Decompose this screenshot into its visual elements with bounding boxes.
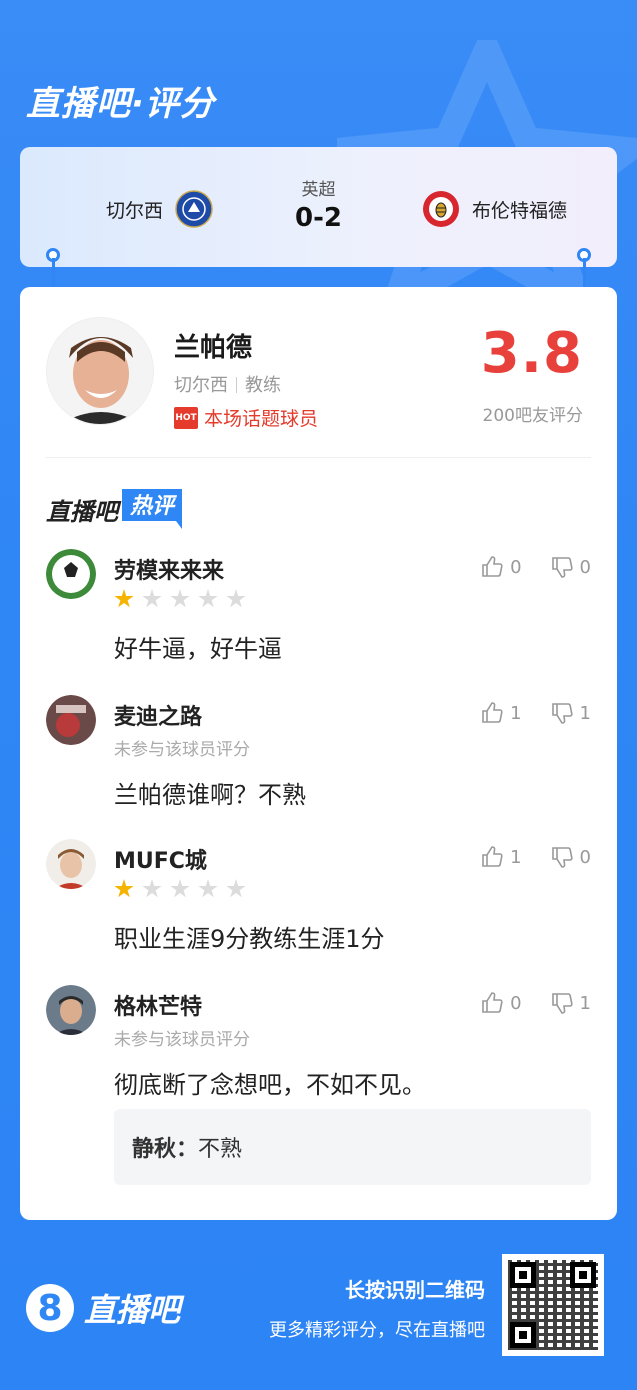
rating-count-label: 200吧友评分 (482, 406, 583, 426)
comment-author[interactable]: 麦迪之路 (114, 699, 202, 731)
comment-avatar[interactable] (46, 839, 96, 889)
thumbs-down-icon (551, 993, 573, 1014)
meta-divider (236, 377, 237, 393)
player-role: 教练 (245, 375, 281, 396)
comment-item: 劳模来来来 好牛逼，好牛逼 0 0 (46, 549, 591, 663)
dislike-count: 1 (579, 702, 591, 724)
like-count: 0 (510, 556, 522, 578)
qr-title: 长按识别二维码 (345, 1278, 485, 1302)
reply-box[interactable]: 静秋： 不熟 (114, 1109, 591, 1185)
away-team: 布伦特福德 (422, 190, 567, 228)
qr-finder (510, 1262, 536, 1288)
comment-not-rated: 未参与该球员评分 (114, 740, 250, 760)
away-team-name: 布伦特福德 (472, 199, 568, 222)
thumbs-up-icon (482, 846, 503, 867)
rating-card: 兰帕德 切尔西 教练 HOT 本场话题球员 3.8 200吧友评分 直播吧 热评 … (20, 287, 617, 1220)
comment-author[interactable]: 格林芒特 (114, 989, 202, 1021)
reply-author: 静秋： (132, 1137, 199, 1162)
comment-stars (114, 589, 246, 609)
star-icon (114, 879, 134, 898)
footer-logo: 8 直播吧 (26, 1284, 180, 1332)
comment-author[interactable]: 劳模来来来 (114, 553, 224, 585)
player-name: 兰帕德 (174, 333, 253, 363)
reply-text: 不熟 (198, 1137, 243, 1162)
qr-finder (570, 1262, 596, 1288)
thumbs-up-icon (482, 992, 503, 1013)
comment-text: 好牛逼，好牛逼 (114, 635, 282, 663)
hot-icon: HOT (174, 406, 198, 429)
like-button[interactable]: 1 (480, 701, 522, 725)
player-avatar[interactable] (46, 317, 154, 425)
comment-votes: 0 0 (480, 555, 591, 579)
player-rating: 3.8 (480, 321, 583, 386)
comment-author[interactable]: MUFC城 (114, 843, 207, 875)
comment-item: 麦迪之路 未参与该球员评分 兰帕德谁啊？不熟 1 1 (46, 695, 591, 809)
star-icon (142, 879, 162, 898)
qr-subtitle: 更多精彩评分，尽在直播吧 (269, 1320, 485, 1341)
hot-heading-tag: 热评 (122, 489, 183, 529)
dislike-button[interactable]: 1 (550, 991, 591, 1015)
star-icon (198, 879, 218, 898)
star-icon (114, 589, 134, 608)
hot-player-tag: HOT 本场话题球员 (174, 404, 318, 431)
comment-text: 彻底断了念想吧，不如不见。 (114, 1071, 426, 1099)
dislike-button[interactable]: 0 (550, 845, 591, 869)
hot-label: 本场话题球员 (204, 408, 319, 430)
brentford-crest-icon (423, 191, 459, 227)
like-button[interactable]: 0 (480, 991, 522, 1015)
comment-votes: 1 0 (480, 845, 591, 869)
thumbs-up-icon (482, 556, 503, 577)
player-meta: 切尔西 教练 (174, 371, 281, 397)
comment-not-rated: 未参与该球员评分 (114, 1030, 250, 1050)
comment-item: 格林芒特 未参与该球员评分 彻底断了念想吧，不如不见。 0 1 (46, 985, 591, 1099)
dislike-count: 0 (579, 846, 591, 868)
comment-item: MUFC城 职业生涯9分教练生涯1分 1 0 (46, 839, 591, 953)
star-icon (226, 589, 246, 608)
dislike-button[interactable]: 0 (550, 555, 591, 579)
star-icon (170, 589, 190, 608)
dislike-count: 0 (579, 556, 591, 578)
comment-votes: 1 1 (480, 701, 591, 725)
thumbs-down-icon (551, 847, 573, 868)
qr-code[interactable] (502, 1254, 604, 1356)
hot-comments-heading: 直播吧 热评 (46, 489, 183, 529)
comment-text: 职业生涯9分教练生涯1分 (114, 925, 385, 953)
star-icon (198, 589, 218, 608)
thumbs-down-icon (551, 557, 573, 578)
brand-title: 直播吧·评分 (26, 84, 215, 124)
star-icon (142, 589, 162, 608)
comment-votes: 0 1 (480, 991, 591, 1015)
qr-finder (510, 1322, 536, 1348)
like-count: 0 (510, 992, 522, 1014)
like-count: 1 (510, 846, 522, 868)
thumbs-up-icon (482, 702, 503, 723)
section-divider (46, 457, 591, 458)
comment-text: 兰帕德谁啊？不熟 (114, 781, 306, 809)
comment-avatar[interactable] (46, 695, 96, 745)
star-icon (226, 879, 246, 898)
thumbs-down-icon (551, 703, 573, 724)
comment-avatar[interactable] (46, 985, 96, 1035)
player-team: 切尔西 (174, 375, 228, 396)
match-card: 切尔西 英超 0-2 布伦特福德 (20, 147, 617, 267)
logo-mark-icon: 8 (26, 1284, 74, 1332)
comment-stars (114, 879, 246, 899)
like-button[interactable]: 1 (480, 845, 522, 869)
logo-text: 直播吧 (84, 1291, 181, 1329)
dislike-button[interactable]: 1 (550, 701, 591, 725)
like-count: 1 (510, 702, 522, 724)
comment-avatar[interactable] (46, 549, 96, 599)
like-button[interactable]: 0 (480, 555, 522, 579)
star-icon (170, 879, 190, 898)
dislike-count: 1 (579, 992, 591, 1014)
hot-heading-brand: 直播吧 (46, 497, 118, 526)
